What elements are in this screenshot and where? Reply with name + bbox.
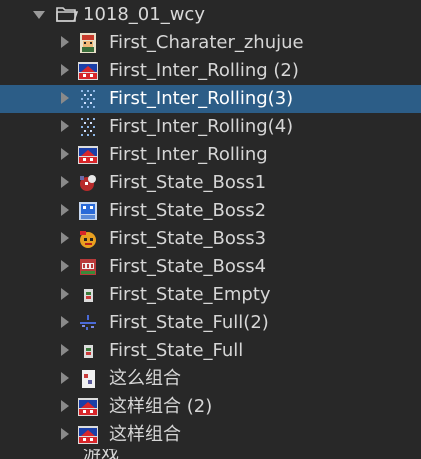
asset-label: 这样组合 <box>109 424 181 445</box>
asset-label: First_Charater_zhujue <box>109 32 304 53</box>
asset-row[interactable]: First_Inter_Rolling(3) <box>0 85 421 113</box>
sprite-small-icon <box>77 284 99 306</box>
asset-label: First_State_Boss2 <box>109 200 267 221</box>
sprite-dots-icon <box>77 116 99 138</box>
sprite-red-panel-icon <box>77 60 99 82</box>
asset-row[interactable]: First_State_Boss2 <box>0 197 421 225</box>
sprite-boss3-icon <box>77 228 99 250</box>
expand-arrow-icon[interactable] <box>61 64 69 76</box>
sprite-character-icon <box>77 32 99 54</box>
expand-arrow-icon[interactable] <box>61 400 69 412</box>
expand-arrow-icon[interactable] <box>61 232 69 244</box>
asset-row[interactable]: 这样组合 <box>0 421 421 449</box>
asset-row[interactable]: 这样组合 (2) <box>0 393 421 421</box>
asset-row[interactable]: First_Charater_zhujue <box>0 29 421 57</box>
asset-label: First_State_Boss3 <box>109 228 267 249</box>
expand-arrow-icon[interactable] <box>61 204 69 216</box>
expand-arrow-icon[interactable] <box>61 120 69 132</box>
project-tree: 1018_01_wcy First_Charater_zhujue First_I… <box>0 0 421 459</box>
expand-arrow-icon[interactable] <box>61 92 69 104</box>
sprite-red-panel-icon <box>77 424 99 446</box>
asset-row[interactable]: First_State_Empty <box>0 281 421 309</box>
asset-row[interactable]: 这么组合 <box>0 365 421 393</box>
asset-label: 这样组合 (2) <box>109 396 213 417</box>
sprite-red-panel-icon <box>77 144 99 166</box>
asset-label: First_State_Boss1 <box>109 172 267 193</box>
expand-arrow-icon[interactable] <box>61 428 69 440</box>
asset-label: 这么组合 <box>109 368 181 389</box>
asset-label: First_Inter_Rolling(3) <box>109 88 294 109</box>
folder-name: 1018_01_wcy <box>83 4 205 25</box>
asset-label: First_State_Full <box>109 340 244 361</box>
asset-label: First_Inter_Rolling(4) <box>109 116 294 137</box>
asset-row[interactable]: First_Inter_Rolling(4) <box>0 113 421 141</box>
asset-label: First_State_Boss4 <box>109 256 267 277</box>
asset-row[interactable]: First_State_Full <box>0 337 421 365</box>
folder-open-icon <box>56 6 79 22</box>
expand-arrow-icon[interactable] <box>61 372 69 384</box>
expand-arrow-icon[interactable] <box>33 11 45 19</box>
expand-arrow-icon[interactable] <box>61 344 69 356</box>
sprite-boss2-icon <box>77 200 99 222</box>
asset-label: First_State_Empty <box>109 284 271 305</box>
asset-label: First_Inter_Rolling <box>109 144 268 165</box>
sprite-boss1-icon <box>77 172 99 194</box>
asset-row[interactable]: First_State_Boss3 <box>0 225 421 253</box>
expand-arrow-icon[interactable] <box>61 260 69 272</box>
folder-row[interactable]: 1018_01_wcy <box>0 1 421 29</box>
expand-arrow-icon[interactable] <box>61 176 69 188</box>
asset-label: First_State_Full(2) <box>109 312 269 333</box>
expand-arrow-icon[interactable] <box>61 316 69 328</box>
asset-row[interactable]: First_State_Full(2) <box>0 309 421 337</box>
sprite-scatter-icon <box>77 312 99 334</box>
next-folder-row-partial[interactable]: 游戏 <box>0 449 421 459</box>
sprite-red-panel-icon <box>77 396 99 418</box>
asset-row[interactable]: First_Inter_Rolling <box>0 141 421 169</box>
sprite-small-icon <box>77 340 99 362</box>
expand-arrow-icon[interactable] <box>61 148 69 160</box>
asset-row[interactable]: First_Inter_Rolling (2) <box>0 57 421 85</box>
expand-arrow-icon[interactable] <box>61 36 69 48</box>
sprite-boss4-icon <box>77 256 99 278</box>
next-folder-label: 游戏 <box>83 449 119 459</box>
expand-arrow-icon[interactable] <box>61 288 69 300</box>
sprite-card-icon <box>77 368 99 390</box>
asset-row[interactable]: First_State_Boss4 <box>0 253 421 281</box>
sprite-dots-icon <box>77 88 99 110</box>
asset-row[interactable]: First_State_Boss1 <box>0 169 421 197</box>
asset-label: First_Inter_Rolling (2) <box>109 60 299 81</box>
